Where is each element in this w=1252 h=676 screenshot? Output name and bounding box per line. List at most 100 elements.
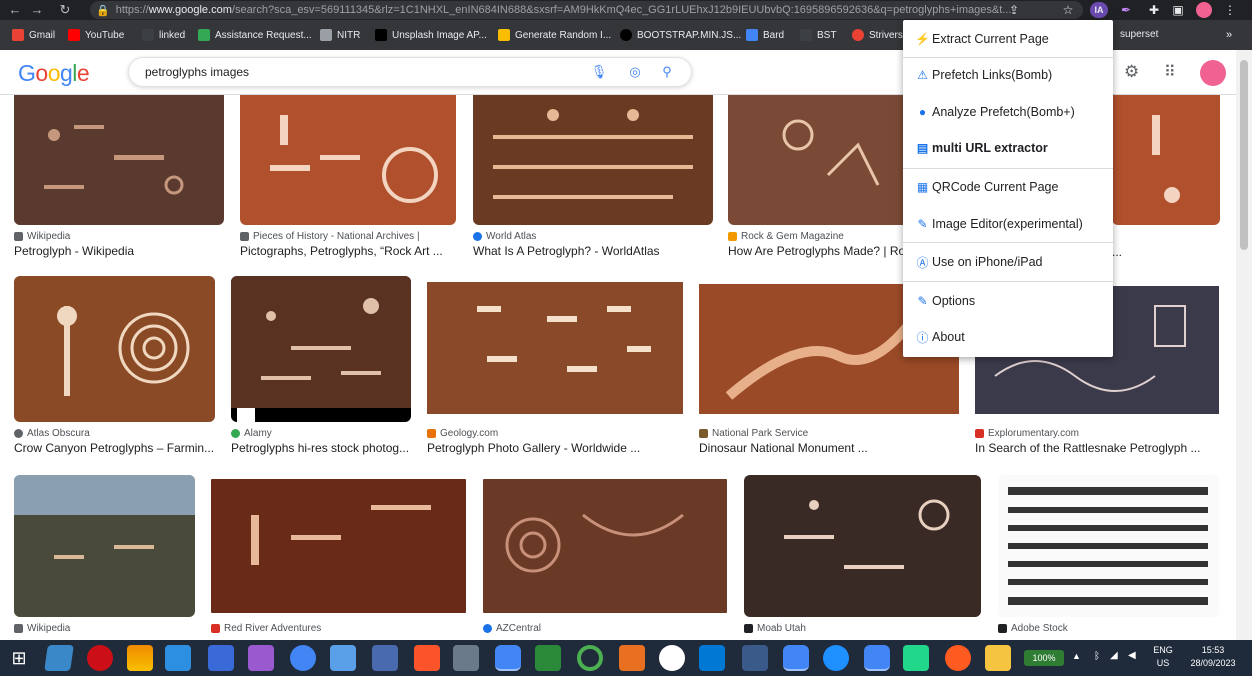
image-result[interactable]: AZCentral bbox=[483, 475, 727, 634]
result-title[interactable]: How Are Petroglyphs Made? | Ro bbox=[728, 244, 908, 258]
result-thumbnail[interactable] bbox=[744, 475, 981, 617]
address-bar[interactable]: 🔒 https://www.google.com/search?sca_esv=… bbox=[90, 1, 1083, 19]
star-icon[interactable]: ☆ bbox=[1060, 2, 1076, 18]
tray-chevron-icon[interactable]: ▲ bbox=[1072, 651, 1081, 661]
result-title[interactable]: Pictographs, Petroglyphs, “Rock Art ... bbox=[240, 244, 456, 258]
result-thumbnail[interactable] bbox=[728, 95, 908, 225]
reload-icon[interactable]: ↻ bbox=[56, 0, 74, 20]
language-indicator[interactable]: ENG US bbox=[1150, 644, 1176, 670]
page-scrollbar[interactable] bbox=[1236, 50, 1252, 640]
chrome-profile-icon[interactable] bbox=[783, 645, 809, 671]
image-result[interactable]: Red River Adventures bbox=[211, 475, 466, 634]
remote-desktop-icon[interactable] bbox=[330, 645, 356, 671]
notes-app-icon[interactable] bbox=[44, 645, 74, 671]
chrome-running-icon[interactable] bbox=[495, 645, 521, 671]
settings-app-icon[interactable] bbox=[208, 645, 234, 671]
microphone-icon[interactable]: 🎙 bbox=[589, 62, 609, 82]
bookmark-bard[interactable]: Bard bbox=[746, 29, 784, 41]
opera-icon[interactable] bbox=[87, 645, 113, 671]
image-result[interactable]: Wikipedia Petroglyph - Wikipedia bbox=[14, 95, 224, 258]
vscode-icon[interactable] bbox=[699, 645, 725, 671]
menu-analyze-prefetch[interactable]: ● Analyze Prefetch(Bomb+) bbox=[903, 98, 1113, 126]
image-result[interactable]: World Atlas What Is A Petroglyph? - Worl… bbox=[473, 95, 713, 258]
result-title[interactable]: Dinosaur National Monument ... bbox=[699, 441, 959, 455]
result-thumbnail[interactable] bbox=[211, 475, 466, 617]
pycharm-icon[interactable] bbox=[903, 645, 929, 671]
blue-app-icon[interactable] bbox=[823, 645, 849, 671]
extension-badge[interactable]: IA bbox=[1090, 2, 1108, 18]
scrollbar-thumb[interactable] bbox=[1240, 60, 1248, 250]
result-thumbnail[interactable] bbox=[240, 95, 456, 225]
chrome-icon[interactable] bbox=[290, 645, 316, 671]
image-result[interactable]: Geology.com Petroglyph Photo Gallery - W… bbox=[427, 276, 683, 455]
bookmark-bootstrap[interactable]: BOOTSTRAP.MIN.JS... bbox=[620, 29, 741, 41]
result-title[interactable]: Petroglyph - Wikipedia bbox=[14, 244, 224, 258]
bookmark-gmail[interactable]: Gmail bbox=[12, 29, 55, 41]
image-result[interactable]: Moab Utah bbox=[744, 475, 981, 634]
more-bookmarks-icon[interactable]: » bbox=[1226, 29, 1232, 41]
bookmark-strivers[interactable]: Strivers bbox=[852, 29, 903, 41]
account-avatar[interactable] bbox=[1200, 60, 1226, 86]
bookmark-linked[interactable]: linked bbox=[142, 29, 185, 41]
bookmark-bst[interactable]: BST bbox=[800, 29, 836, 41]
chrome-window-icon[interactable] bbox=[864, 645, 890, 671]
menu-image-editor[interactable]: ✎ Image Editor(experimental) bbox=[903, 210, 1113, 238]
wifi-icon[interactable]: ◢ bbox=[1110, 650, 1118, 661]
bookmark-nitr[interactable]: NITR bbox=[320, 29, 360, 41]
menu-use-on-iphone[interactable]: Ⓐ Use on iPhone/iPad bbox=[903, 248, 1113, 276]
postman-icon[interactable] bbox=[945, 645, 971, 671]
apps-grid-icon[interactable]: ⠿ bbox=[1164, 62, 1176, 82]
feather-icon[interactable]: ✒ bbox=[1118, 2, 1134, 18]
bookmark-superset[interactable]: superset bbox=[1120, 29, 1158, 40]
result-thumbnail[interactable] bbox=[231, 276, 411, 422]
bookmark-assistance[interactable]: Assistance Request... bbox=[198, 29, 312, 41]
clock[interactable]: 15:53 28/09/2023 bbox=[1184, 644, 1242, 670]
image-result[interactable]: Alamy Petroglyphs hi-res stock photog... bbox=[231, 276, 411, 455]
image-result[interactable]: Adobe Stock bbox=[998, 475, 1219, 634]
menu-prefetch-links[interactable]: ⚠ Prefetch Links(Bomb) bbox=[903, 61, 1113, 89]
result-title[interactable]: ... bbox=[1112, 245, 1220, 259]
drawing-app-icon[interactable] bbox=[742, 645, 768, 671]
bookmark-unsplash[interactable]: Unsplash Image AP... bbox=[375, 29, 487, 41]
circle-app-icon[interactable] bbox=[577, 645, 603, 671]
image-result[interactable]: ... bbox=[1112, 95, 1220, 259]
share-icon[interactable]: ⇪ bbox=[1006, 2, 1022, 18]
result-thumbnail[interactable] bbox=[473, 95, 713, 225]
image-result[interactable]: Wikipedia bbox=[14, 475, 195, 634]
forward-icon[interactable]: → bbox=[28, 0, 46, 20]
sidebar-icon[interactable]: ▣ bbox=[1170, 2, 1186, 18]
result-title[interactable]: Petroglyph Photo Gallery - Worldwide ... bbox=[427, 441, 683, 455]
result-thumbnail[interactable] bbox=[1112, 95, 1220, 225]
bluetooth-icon[interactable]: ᛒ bbox=[1094, 651, 1100, 662]
battery-indicator[interactable]: 100% bbox=[1024, 650, 1064, 666]
menu-qrcode[interactable]: ▦ QRCode Current Page bbox=[903, 173, 1113, 201]
profile-avatar[interactable] bbox=[1196, 2, 1212, 18]
search-input[interactable] bbox=[145, 58, 565, 86]
result-thumbnail[interactable] bbox=[483, 475, 727, 617]
bookmark-youtube[interactable]: YouTube bbox=[68, 29, 124, 41]
result-thumbnail[interactable] bbox=[14, 95, 224, 225]
menu-options[interactable]: ✎ Options bbox=[903, 287, 1113, 315]
menu-extract-current-page[interactable]: ⚡ Extract Current Page bbox=[903, 25, 1113, 53]
lens-icon[interactable]: ◎ bbox=[625, 62, 645, 82]
intellij-icon[interactable] bbox=[248, 645, 274, 671]
github-desktop-icon[interactable] bbox=[659, 645, 685, 671]
result-title[interactable]: Crow Canyon Petroglyphs – Farmin... bbox=[14, 441, 215, 455]
result-title[interactable]: What Is A Petroglyph? - WorldAtlas bbox=[473, 244, 713, 258]
bookmark-generate[interactable]: Generate Random I... bbox=[498, 29, 611, 41]
image-result[interactable]: Rock & Gem Magazine How Are Petroglyphs … bbox=[728, 95, 908, 258]
result-thumbnail[interactable] bbox=[427, 276, 683, 422]
windows-start-icon[interactable]: ⊞ bbox=[6, 645, 32, 671]
result-title[interactable]: Petroglyphs hi-res stock photog... bbox=[231, 441, 411, 455]
image-result[interactable]: Atlas Obscura Crow Canyon Petroglyphs – … bbox=[14, 276, 215, 455]
file-explorer-icon[interactable] bbox=[985, 645, 1011, 671]
settings-gear-icon[interactable]: ⚙ bbox=[1124, 62, 1139, 82]
volume-icon[interactable]: ◀ bbox=[1128, 650, 1136, 661]
result-thumbnail[interactable] bbox=[998, 475, 1219, 617]
excel-icon[interactable] bbox=[535, 645, 561, 671]
result-title[interactable]: In Search of the Rattlesnake Petroglyph … bbox=[975, 441, 1219, 455]
brave-icon[interactable] bbox=[414, 645, 440, 671]
menu-multi-url-extractor[interactable]: ▤ multi URL extractor bbox=[903, 134, 1113, 162]
media-player-icon[interactable] bbox=[165, 645, 191, 671]
google-logo[interactable]: Google bbox=[18, 60, 90, 87]
